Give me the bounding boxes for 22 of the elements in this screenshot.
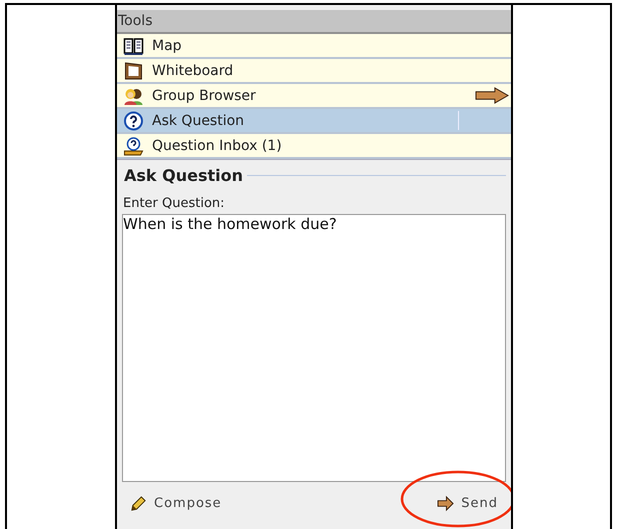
- question-inbox-icon: [123, 136, 144, 156]
- tool-item[interactable]: Whiteboard: [117, 59, 511, 84]
- arrow-icon[interactable]: [475, 87, 509, 104]
- tool-item[interactable]: Question Inbox (1): [117, 134, 511, 159]
- compose-button[interactable]: Compose: [126, 492, 226, 514]
- frame-icon: [123, 60, 144, 80]
- book-icon: [123, 36, 144, 56]
- tool-label: Group Browser: [152, 88, 257, 104]
- help-icon: [123, 110, 144, 130]
- tools-header: Tools: [117, 10, 511, 34]
- arrow-icon: [437, 494, 454, 512]
- section-title: Ask Question: [123, 166, 244, 185]
- tool-item[interactable]: Map: [117, 34, 511, 59]
- tool-label: Map: [152, 38, 183, 54]
- tool-item[interactable]: Group Browser: [117, 84, 511, 109]
- tool-label: Question Inbox (1): [152, 138, 283, 154]
- tool-item[interactable]: Ask Question: [117, 109, 511, 134]
- pencil-icon: [130, 494, 147, 512]
- tool-label: Whiteboard: [152, 62, 234, 78]
- tool-label: Ask Question: [152, 112, 246, 128]
- question-field[interactable]: When is the homework due?: [122, 214, 506, 482]
- field-label: Enter Question:: [123, 196, 226, 211]
